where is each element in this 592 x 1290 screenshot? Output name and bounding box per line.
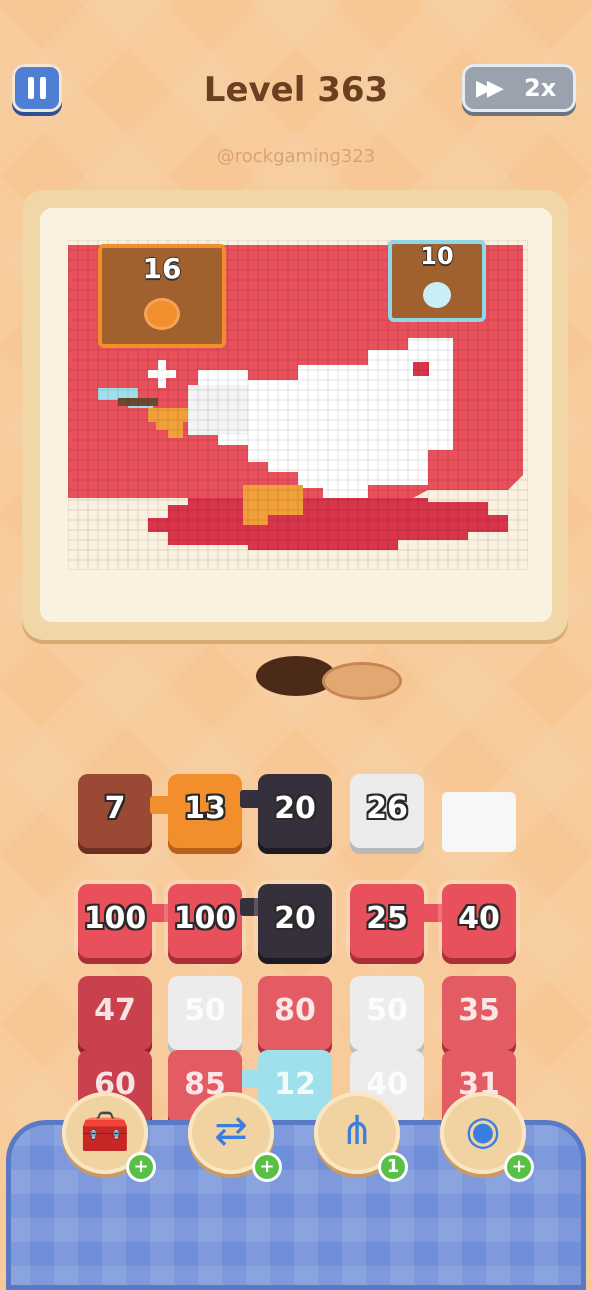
fast-forward-icon: ▶▶ [476, 76, 504, 101]
grid-tile[interactable]: 40 [442, 884, 516, 958]
magnet-claw-icon: ⋔ [340, 1108, 374, 1154]
tile-value: 100 [173, 901, 237, 936]
watermark: @rockgaming323 [216, 146, 376, 167]
tile-value: 80 [274, 993, 316, 1028]
booster-badge: + [126, 1152, 156, 1182]
speed-button[interactable]: ▶▶ 2x [462, 64, 576, 112]
grid-tile[interactable]: 47 [78, 976, 152, 1050]
empty-slot[interactable] [442, 792, 516, 852]
booster-badge: + [504, 1152, 534, 1182]
tile-value: 7 [104, 791, 126, 826]
color-counter-blue: 10 [388, 240, 486, 322]
tile-value: 100 [83, 901, 147, 936]
grid-tile[interactable]: 50 [168, 976, 242, 1050]
magnet-claw-booster[interactable]: ⋔ 1 [314, 1092, 408, 1182]
tile-value: 13 [184, 791, 226, 826]
booster-badge: 1 [378, 1152, 408, 1182]
tile-value: 26 [366, 791, 408, 826]
grid-tile[interactable]: 50 [350, 976, 424, 1050]
tile-value: 20 [274, 791, 316, 826]
blue-button-icon [423, 282, 451, 308]
booster-badge: + [252, 1152, 282, 1182]
queue-tile[interactable]: 20 [258, 774, 332, 848]
bubble-icon: ◉ [465, 1108, 501, 1154]
hole-lid [322, 662, 402, 700]
tile-value: 12 [274, 1067, 316, 1102]
add-slot-icon: 🧰 [80, 1109, 130, 1155]
add-slot-booster[interactable]: 🧰 + [62, 1092, 156, 1182]
grid-tile[interactable]: 35 [442, 976, 516, 1050]
tile-value: 25 [366, 901, 408, 936]
grid-tile[interactable]: 100 [168, 884, 242, 958]
queue-tile[interactable]: 7 [78, 774, 152, 848]
grid-tile[interactable]: 100 [78, 884, 152, 958]
tile-value: 35 [458, 993, 500, 1028]
grid-tile[interactable]: 80 [258, 976, 332, 1050]
swap-icon: ⇄ [214, 1108, 248, 1154]
grid-tile[interactable]: 25 [350, 884, 424, 958]
speed-label: 2x [524, 74, 557, 102]
counter-value: 10 [420, 242, 454, 270]
orange-button-icon [144, 298, 180, 330]
tile-value: 50 [184, 993, 226, 1028]
color-counter-orange: 16 [98, 244, 226, 348]
swap-booster[interactable]: ⇄ + [188, 1092, 282, 1182]
queue-tile[interactable]: 13 [168, 774, 242, 848]
tile-value: 20 [274, 901, 316, 936]
tile-value: 47 [94, 993, 136, 1028]
tile-value: 40 [458, 901, 500, 936]
bubble-booster[interactable]: ◉ + [440, 1092, 534, 1182]
grid-tile[interactable]: 20 [258, 884, 332, 958]
queue-tile[interactable]: 26 [350, 774, 424, 848]
tile-value: 50 [366, 993, 408, 1028]
counter-value: 16 [142, 252, 182, 285]
